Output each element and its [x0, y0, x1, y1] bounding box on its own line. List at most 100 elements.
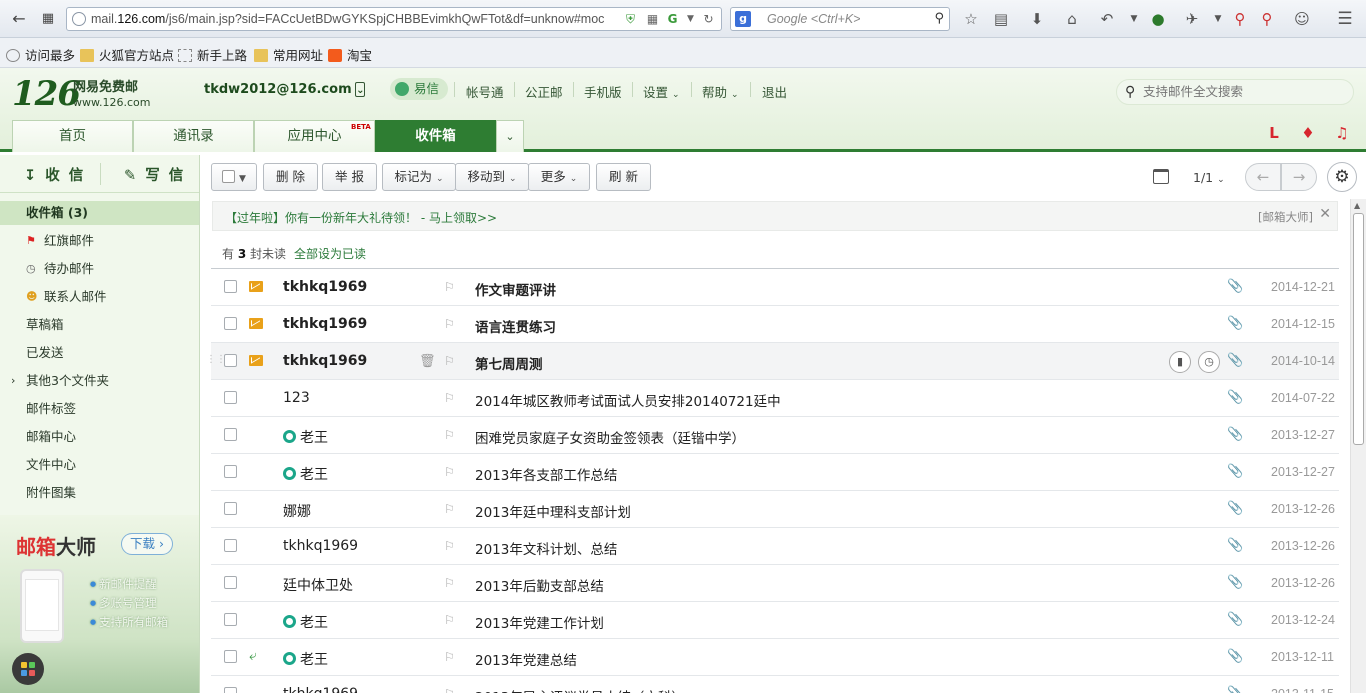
message-sender[interactable]: 娜娜	[283, 501, 311, 521]
clock-icon[interactable]: ◷	[1198, 351, 1220, 373]
folder-tags[interactable]: 邮件标签	[0, 397, 199, 421]
flag-icon[interactable]: ⚐	[444, 687, 455, 693]
link-mobile[interactable]: 手机版	[584, 82, 622, 101]
message-checkbox[interactable]	[224, 539, 237, 552]
message-subject[interactable]: 2013年党建总结	[475, 649, 577, 669]
next-page-button[interactable]: →	[1281, 163, 1317, 191]
dropdown-icon[interactable]: ▼	[1124, 9, 1144, 29]
message-checkbox[interactable]	[224, 428, 237, 441]
trash-icon[interactable]: 🗑	[419, 354, 436, 369]
delete-button[interactable]: 删 除	[263, 163, 318, 191]
message-subject[interactable]: 2013年廷中理科支部计划	[475, 501, 631, 521]
folder-file-center[interactable]: 文件中心	[0, 453, 199, 477]
message-checkbox[interactable]	[224, 613, 237, 626]
mobile-icon[interactable]	[355, 82, 365, 97]
link-settings[interactable]: 设置 ⌄	[643, 82, 680, 101]
message-row[interactable]: 老王 ⚐ 2013年各支部工作总结 📎 2013-12-27	[211, 454, 1339, 491]
folder-todo[interactable]: ◷ 待办邮件	[0, 257, 199, 281]
bookmark-firefox[interactable]: 火狐官方站点	[80, 45, 174, 64]
app-grid-icon[interactable]	[12, 653, 44, 685]
message-row[interactable]: tkhkq1969 ⚐ 2013年文科计划、总结 📎 2013-12-26	[211, 528, 1339, 565]
flag-icon[interactable]: ⚐	[444, 502, 455, 516]
message-sender[interactable]: 老王	[283, 427, 328, 447]
bookmark-taobao[interactable]: 淘宝	[328, 45, 372, 64]
message-row[interactable]: tkhkq1969 ⚐ 2013年民主评议党员小结（文科） 📎 2013-11-15	[211, 676, 1339, 693]
plugin-icon[interactable]: ✈	[1182, 9, 1202, 29]
undo-icon[interactable]: ↶	[1097, 9, 1117, 29]
message-subject[interactable]: 作文审题评讲	[475, 279, 556, 299]
folder-mail-center[interactable]: 邮箱中心	[0, 425, 199, 449]
flag-icon[interactable]: ⚐	[444, 317, 455, 331]
flag-icon[interactable]: ⚐	[444, 465, 455, 479]
folder-inbox[interactable]: 收件箱 (3)	[0, 201, 199, 225]
message-sender[interactable]: 123	[283, 390, 310, 406]
flag-icon[interactable]: ⚐	[444, 391, 455, 405]
link-help[interactable]: 帮助 ⌄	[702, 82, 739, 101]
message-checkbox[interactable]	[224, 280, 237, 293]
tab-contacts[interactable]: 通讯录	[133, 120, 254, 152]
message-sender[interactable]: 老王	[283, 612, 328, 632]
message-checkbox[interactable]	[224, 687, 237, 693]
app-l-icon[interactable]: L	[1263, 122, 1285, 144]
scroll-up-icon[interactable]: ▲	[1354, 201, 1360, 210]
message-sender[interactable]: tkhkq1969	[283, 279, 367, 295]
shield-icon[interactable]: ⛨	[623, 12, 638, 27]
folder-attachments[interactable]: 附件图集	[0, 481, 199, 505]
bookmark-icon[interactable]: ▮	[1169, 351, 1191, 373]
calendar-icon[interactable]	[1153, 169, 1169, 184]
message-row[interactable]: 老王 ⚐ 2013年党建工作计划 📎 2013-12-24	[211, 602, 1339, 639]
message-sender[interactable]: tkhkq1969	[283, 353, 367, 369]
link-logout[interactable]: 退出	[762, 82, 787, 101]
close-icon[interactable]: ✕	[1319, 206, 1331, 222]
message-checkbox[interactable]	[224, 465, 237, 478]
tab-app-center[interactable]: 应用中心 BETA	[254, 120, 375, 152]
menu-icon[interactable]: ☰	[1335, 9, 1355, 29]
link-account[interactable]: 帐号通	[466, 82, 504, 101]
page-indicator[interactable]: 1/1 ⌄	[1193, 170, 1225, 185]
music-icon[interactable]: ♫	[1331, 122, 1353, 144]
yixin-button[interactable]: 易信	[390, 78, 449, 100]
message-sender[interactable]: 老王	[283, 649, 328, 669]
message-subject[interactable]: 困难党员家庭子女资助金签领表（廷锴中学）	[475, 427, 745, 447]
home-icon[interactable]: ⌂	[1062, 9, 1082, 29]
message-checkbox[interactable]	[224, 650, 237, 663]
qr-code-icon[interactable]: ▦	[645, 12, 660, 27]
tab-list-icon[interactable]: ▦	[37, 8, 59, 30]
banner-link[interactable]: 马上领取>>	[429, 211, 497, 225]
message-row[interactable]: ⤶ 老王 ⚐ 2013年党建总结 📎 2013-12-11	[211, 639, 1339, 676]
bookmark-star-icon[interactable]: ☆	[961, 9, 981, 29]
smiley-icon[interactable]: ☺	[1292, 9, 1312, 29]
message-row[interactable]: 123 ⚐ 2014年城区教师考试面试人员安排20140721廷中 📎 2014-07-…	[211, 380, 1339, 417]
user-email[interactable]: tkdw2012@126.com ⌄	[204, 82, 365, 97]
folder-contacts-mail[interactable]: ☻ 联系人邮件	[0, 285, 199, 309]
promo-download-button[interactable]: 下载 ›	[121, 533, 173, 555]
message-checkbox[interactable]	[224, 391, 237, 404]
message-sender[interactable]: 老王	[283, 464, 328, 484]
message-subject[interactable]: 2014年城区教师考试面试人员安排20140721廷中	[475, 390, 781, 410]
message-row[interactable]: tkhkq1969 ⚐ 作文审题评讲 📎 2014-12-21	[211, 269, 1339, 306]
message-subject[interactable]: 2013年各支部工作总结	[475, 464, 617, 484]
tab-inbox[interactable]: 收件箱	[375, 120, 496, 152]
scrollbar[interactable]: ▲	[1350, 199, 1366, 693]
bookmark-getting-started[interactable]: 新手上路	[178, 45, 247, 64]
message-sender[interactable]: tkhkq1969	[283, 316, 367, 332]
book-icon[interactable]: ♦	[1297, 122, 1319, 144]
message-row[interactable]: ⋮⋮ tkhkq1969 🗑 ⚐ 第七周周测 ▮ ◷ 📎 2014-10-14	[206, 343, 1339, 380]
flag-icon[interactable]: ⚐	[444, 539, 455, 553]
grammarly-icon[interactable]: G	[665, 12, 680, 27]
message-sender[interactable]: 廷中体卫处	[283, 575, 353, 595]
message-row[interactable]: 娜娜 ⚐ 2013年廷中理科支部计划 📎 2013-12-26	[211, 491, 1339, 528]
message-sender[interactable]: tkhkq1969	[283, 686, 358, 693]
refresh-button[interactable]: 刷 新	[596, 163, 651, 191]
browser-search[interactable]: g Google <Ctrl+K> ⚲	[730, 7, 950, 31]
message-checkbox[interactable]	[224, 317, 237, 330]
flag-icon[interactable]: ⚐	[444, 280, 455, 294]
message-subject[interactable]: 2013年民主评议党员小结（文科）	[475, 686, 685, 693]
folder-other-folders[interactable]: › 其他3个文件夹	[0, 369, 199, 393]
flag-icon[interactable]: ⚐	[444, 576, 455, 590]
addon-icon[interactable]: ●	[1148, 9, 1168, 29]
tab-home[interactable]: 首页	[12, 120, 133, 152]
bookmarks-list-icon[interactable]: ▤	[991, 9, 1011, 29]
settings-gear-button[interactable]: ⚙	[1327, 162, 1357, 192]
mark-all-read-link[interactable]: 全部设为已读	[294, 247, 366, 261]
